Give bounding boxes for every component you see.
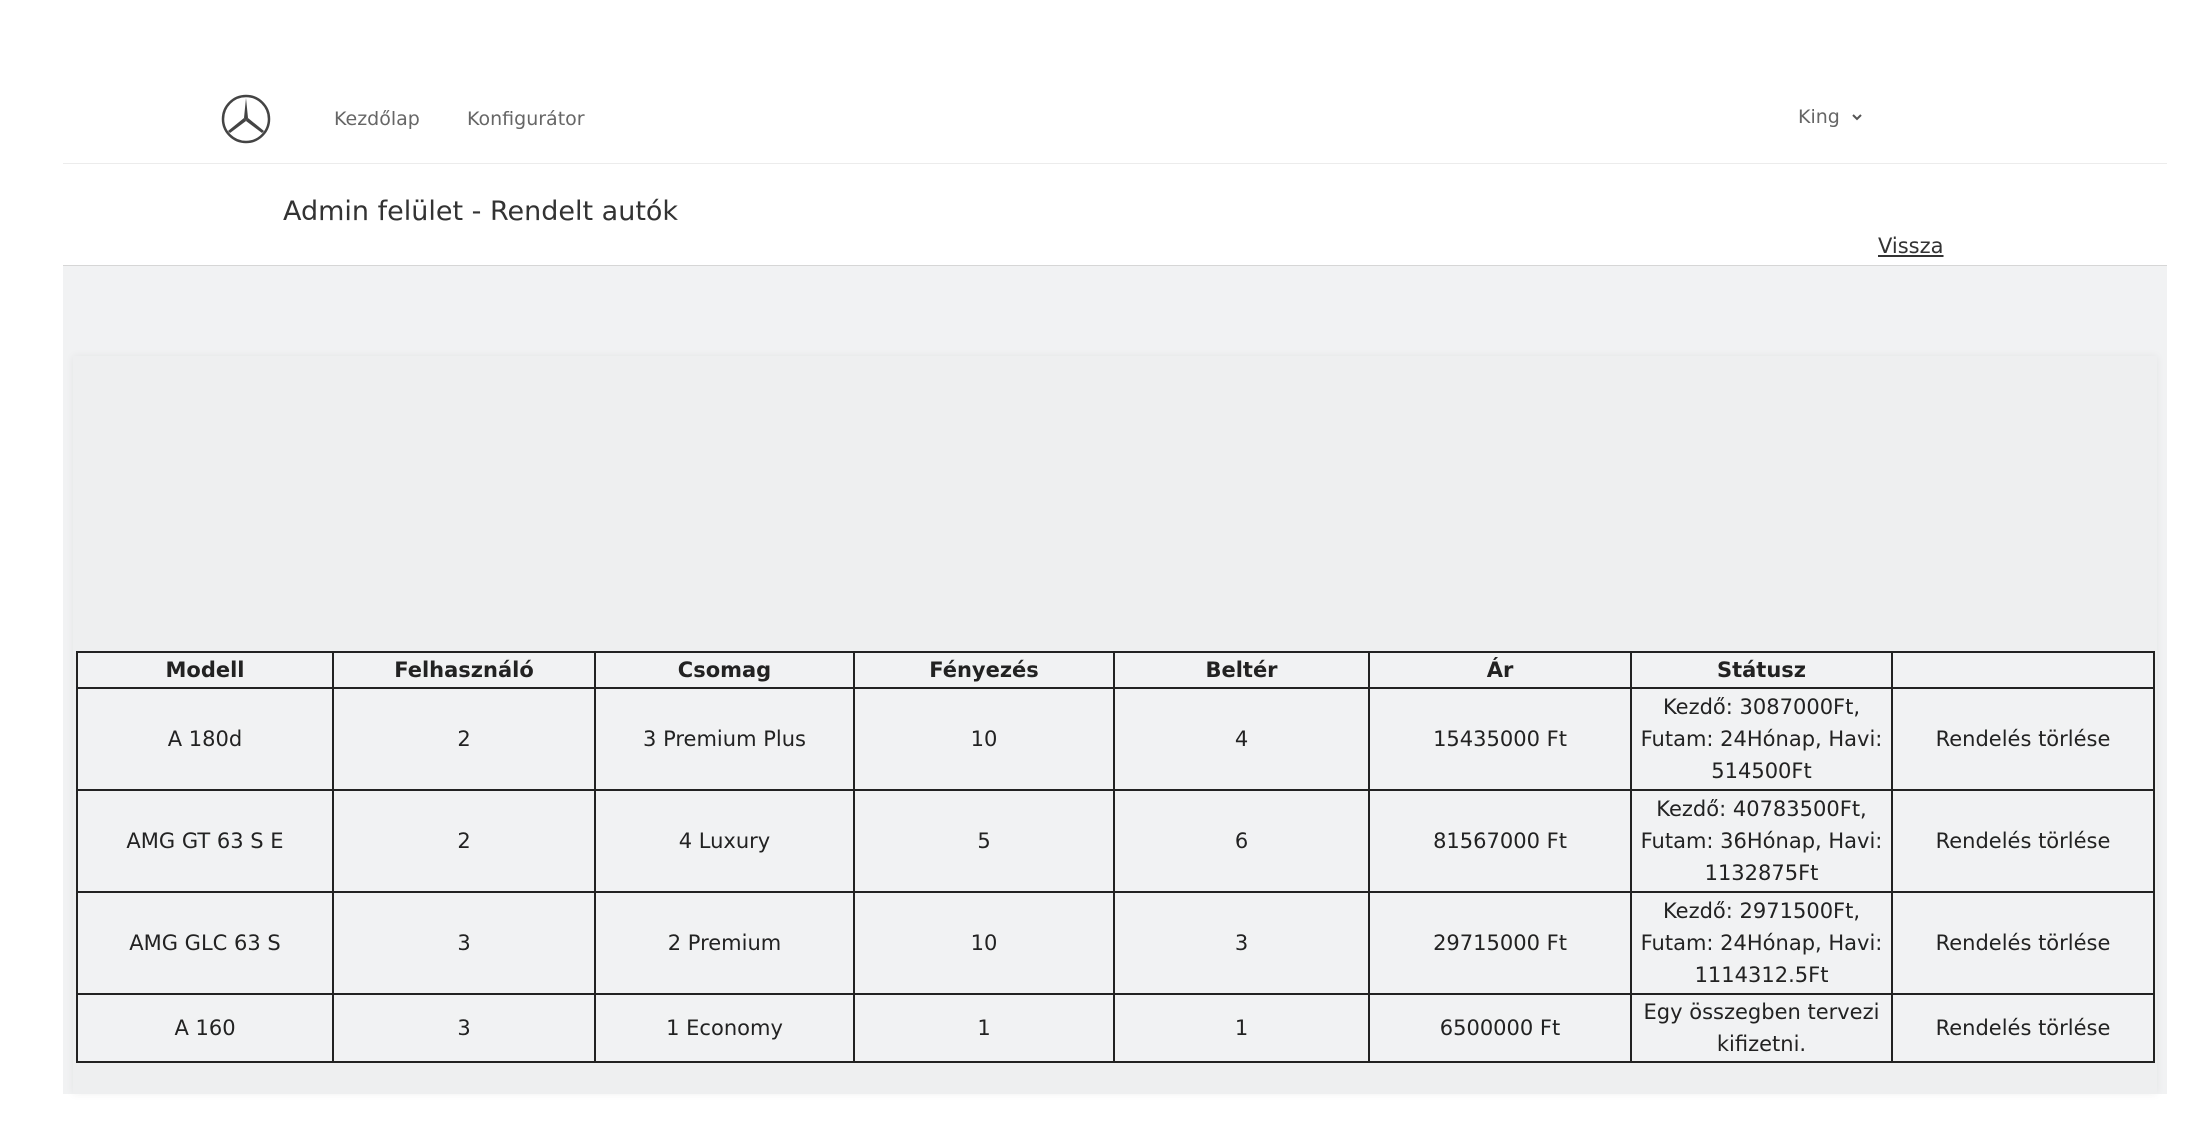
cell-price: 15435000 Ft — [1368, 687, 1632, 791]
chevron-down-icon — [1852, 114, 1862, 121]
cell-package: 3 Premium Plus — [594, 687, 855, 791]
cell-paint: 5 — [853, 789, 1115, 893]
delete-order-button[interactable]: Rendelés törlése — [1891, 891, 2155, 995]
content-area: Modell Felhasználó Csomag Fényezés Belté… — [63, 266, 2167, 1094]
orders-table: Modell Felhasználó Csomag Fényezés Belté… — [76, 651, 2155, 1063]
cell-status: Kezdő: 40783500Ft, Futam: 36Hónap, Havi:… — [1630, 789, 1893, 893]
back-link[interactable]: Vissza — [1878, 234, 1944, 258]
cell-model: AMG GT 63 S E — [76, 789, 334, 893]
cell-package: 1 Economy — [594, 993, 855, 1063]
cell-interior: 4 — [1113, 687, 1370, 791]
table-row: AMG GT 63 S E 2 4 Luxury 5 6 81567000 Ft… — [76, 789, 2155, 893]
column-header-paint: Fényezés — [853, 651, 1115, 689]
column-header-package: Csomag — [594, 651, 855, 689]
cell-interior: 3 — [1113, 891, 1370, 995]
nav-link-configurator[interactable]: Konfigurátor — [467, 108, 585, 130]
navbar — [63, 0, 2167, 164]
user-menu[interactable]: King — [1798, 106, 1864, 128]
cell-price: 81567000 Ft — [1368, 789, 1632, 893]
column-header-interior: Beltér — [1113, 651, 1370, 689]
delete-order-button[interactable]: Rendelés törlése — [1891, 789, 2155, 893]
page-header: Admin felület - Rendelt autók Vissza — [63, 164, 2167, 266]
cell-model: AMG GLC 63 S — [76, 891, 334, 995]
cell-paint: 10 — [853, 687, 1115, 791]
cell-paint: 10 — [853, 891, 1115, 995]
cell-interior: 6 — [1113, 789, 1370, 893]
cell-user: 2 — [332, 789, 596, 893]
cell-price: 6500000 Ft — [1368, 993, 1632, 1063]
page-title: Admin felület - Rendelt autók — [283, 196, 679, 227]
column-header-action — [1891, 651, 2155, 689]
table-row: A 180d 2 3 Premium Plus 10 4 15435000 Ft… — [76, 687, 2155, 791]
cell-user: 3 — [332, 891, 596, 995]
delete-order-button[interactable]: Rendelés törlése — [1891, 687, 2155, 791]
column-header-status: Státusz — [1630, 651, 1893, 689]
cell-interior: 1 — [1113, 993, 1370, 1063]
cell-status: Egy összegben tervezi kifizetni. — [1630, 993, 1893, 1063]
cell-paint: 1 — [853, 993, 1115, 1063]
nav-link-home[interactable]: Kezdőlap — [334, 108, 420, 130]
cell-price: 29715000 Ft — [1368, 891, 1632, 995]
table-header-row: Modell Felhasználó Csomag Fényezés Belté… — [76, 651, 2155, 689]
cell-package: 4 Luxury — [594, 789, 855, 893]
cell-status: Kezdő: 3087000Ft, Futam: 24Hónap, Havi: … — [1630, 687, 1893, 791]
column-header-model: Modell — [76, 651, 334, 689]
user-name: King — [1798, 106, 1840, 128]
page: Kezdőlap Konfigurátor King Admin felület… — [0, 0, 2210, 1144]
cell-status: Kezdő: 2971500Ft, Futam: 24Hónap, Havi: … — [1630, 891, 1893, 995]
cell-model: A 180d — [76, 687, 334, 791]
mercedes-logo-icon[interactable] — [221, 94, 271, 144]
cell-model: A 160 — [76, 993, 334, 1063]
column-header-price: Ár — [1368, 651, 1632, 689]
column-header-user: Felhasználó — [332, 651, 596, 689]
delete-order-button[interactable]: Rendelés törlése — [1891, 993, 2155, 1063]
table-row: AMG GLC 63 S 3 2 Premium 10 3 29715000 F… — [76, 891, 2155, 995]
cell-user: 2 — [332, 687, 596, 791]
cell-package: 2 Premium — [594, 891, 855, 995]
cell-user: 3 — [332, 993, 596, 1063]
table-row: A 160 3 1 Economy 1 1 6500000 Ft Egy öss… — [76, 993, 2155, 1063]
